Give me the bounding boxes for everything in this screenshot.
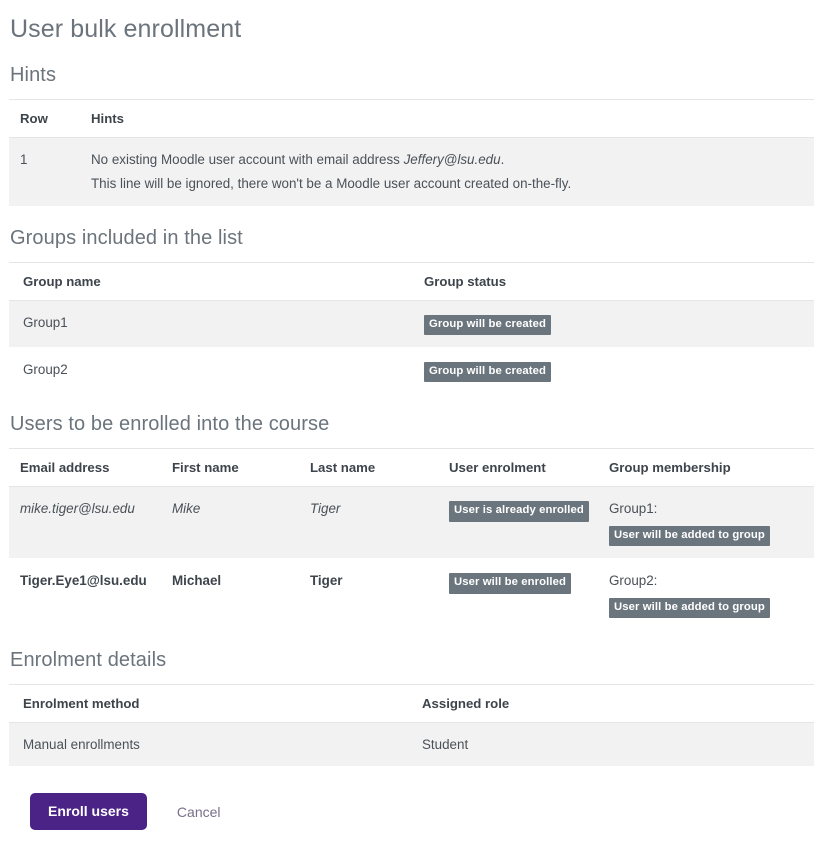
hints-column-hints: Hints bbox=[91, 99, 814, 138]
groups-column-name: Group name bbox=[9, 261, 424, 301]
table-row: mike.tiger@lsu.edu Mike Tiger User is al… bbox=[9, 486, 814, 560]
enrolment-column-method: Enrolment method bbox=[9, 683, 422, 723]
hints-section-heading: Hints bbox=[10, 64, 57, 86]
users-column-group-membership: Group membership bbox=[609, 448, 814, 488]
user-last-name-cell: Tiger bbox=[310, 486, 449, 560]
user-first-name-cell: Michael bbox=[172, 558, 310, 631]
users-table: Email address First name Last name User … bbox=[9, 448, 814, 631]
group-status-cell: Group will be created bbox=[424, 300, 814, 349]
user-enrolment-cell: User will be enrolled bbox=[449, 558, 609, 631]
users-column-last-name: Last name bbox=[310, 448, 449, 488]
hints-table-header-row: Row Hints bbox=[9, 99, 814, 138]
cancel-link[interactable]: Cancel bbox=[175, 800, 223, 824]
hint-row-number: 1 bbox=[9, 137, 91, 207]
enrolment-details-heading: Enrolment details bbox=[10, 648, 167, 671]
enrolment-details-table: Enrolment method Assigned role Manual en… bbox=[9, 683, 814, 768]
groups-column-status: Group status bbox=[424, 261, 814, 301]
user-email-cell: Tiger.Eye1@lsu.edu bbox=[9, 558, 172, 631]
user-email-cell: mike.tiger@lsu.edu bbox=[9, 486, 172, 560]
status-badge: User is already enrolled bbox=[449, 501, 589, 522]
form-action-bar: Enroll users Cancel bbox=[9, 793, 814, 831]
table-row: Manual enrollments Student bbox=[9, 722, 814, 768]
hint-line-2: This line will be ignored, there won't b… bbox=[91, 176, 572, 192]
status-badge: User will be enrolled bbox=[449, 573, 571, 594]
status-badge: Group will be created bbox=[424, 314, 551, 336]
enrolment-column-role: Assigned role bbox=[422, 683, 814, 723]
hint-line-1-prefix: No existing Moodle user account with ema… bbox=[91, 152, 404, 167]
group-membership-name: Group1: bbox=[609, 501, 658, 517]
user-enrolment-cell: User is already enrolled bbox=[449, 486, 609, 560]
users-column-first-name: First name bbox=[172, 448, 310, 488]
user-last-name-cell: Tiger bbox=[310, 558, 449, 631]
users-column-email: Email address bbox=[9, 448, 172, 488]
hint-line-1-email: Jeffery@lsu.edu bbox=[403, 152, 501, 167]
group-status-cell: Group will be created bbox=[424, 347, 814, 396]
group-name-cell: Group1 bbox=[9, 300, 424, 349]
table-row: Group1 Group will be created bbox=[9, 300, 814, 349]
groups-table: Group name Group status Group1 Group wil… bbox=[9, 261, 814, 396]
users-column-user-enrolment: User enrolment bbox=[449, 448, 609, 488]
user-group-membership-cell: Group2: User will be added to group bbox=[609, 558, 814, 631]
enrolment-method-cell: Manual enrollments bbox=[9, 722, 422, 768]
table-row: Group2 Group will be created bbox=[9, 347, 814, 396]
groups-section-heading: Groups included in the list bbox=[10, 226, 243, 249]
assigned-role-cell: Student bbox=[422, 722, 814, 768]
status-badge: User will be added to group bbox=[609, 525, 770, 547]
hint-row-text: No existing Moodle user account with ema… bbox=[91, 137, 814, 207]
table-row: 1 No existing Moodle user account with e… bbox=[9, 137, 814, 207]
users-section-heading: Users to be enrolled into the course bbox=[10, 413, 330, 436]
user-first-name-cell: Mike bbox=[172, 486, 310, 560]
table-row: Tiger.Eye1@lsu.edu Michael Tiger User wi… bbox=[9, 558, 814, 631]
hints-table: Row Hints 1 No existing Moodle user acco… bbox=[9, 99, 814, 207]
enroll-users-button[interactable]: Enroll users bbox=[30, 793, 147, 831]
users-table-header-row: Email address First name Last name User … bbox=[9, 448, 814, 488]
hint-line-1: No existing Moodle user account with ema… bbox=[91, 150, 808, 169]
status-badge: Group will be created bbox=[424, 362, 551, 383]
bulk-enrollment-page: User bulk enrollment Hints Row Hints 1 N… bbox=[0, 14, 823, 831]
group-name-cell: Group2 bbox=[9, 347, 424, 396]
hint-line-1-suffix: . bbox=[500, 152, 505, 167]
user-group-membership-cell: Group1: User will be added to group bbox=[609, 486, 814, 560]
hints-column-row: Row bbox=[9, 99, 91, 138]
groups-table-header-row: Group name Group status bbox=[9, 261, 814, 301]
enrolment-table-header-row: Enrolment method Assigned role bbox=[9, 683, 814, 723]
group-membership-name: Group2: bbox=[609, 573, 658, 589]
status-badge: User will be added to group bbox=[609, 597, 770, 618]
page-title: User bulk enrollment bbox=[10, 15, 242, 43]
